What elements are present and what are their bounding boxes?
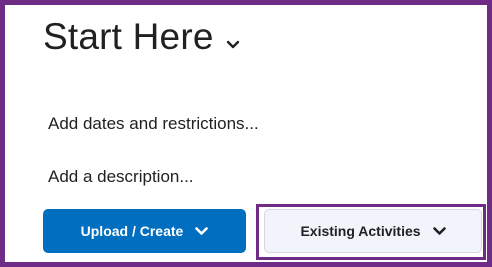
existing-activities-label: Existing Activities bbox=[300, 223, 421, 239]
upload-create-label: Upload / Create bbox=[80, 223, 184, 239]
module-title-row: Start Here bbox=[43, 15, 240, 59]
add-description-link[interactable]: Add a description... bbox=[48, 167, 194, 187]
existing-activities-button[interactable]: Existing Activities bbox=[264, 209, 482, 253]
module-title: Start Here bbox=[43, 16, 214, 57]
upload-create-button[interactable]: Upload / Create bbox=[43, 209, 246, 253]
add-dates-link[interactable]: Add dates and restrictions... bbox=[48, 114, 259, 134]
chevron-down-icon bbox=[195, 226, 209, 236]
chevron-down-icon[interactable] bbox=[226, 40, 240, 50]
chevron-down-icon bbox=[432, 226, 446, 236]
